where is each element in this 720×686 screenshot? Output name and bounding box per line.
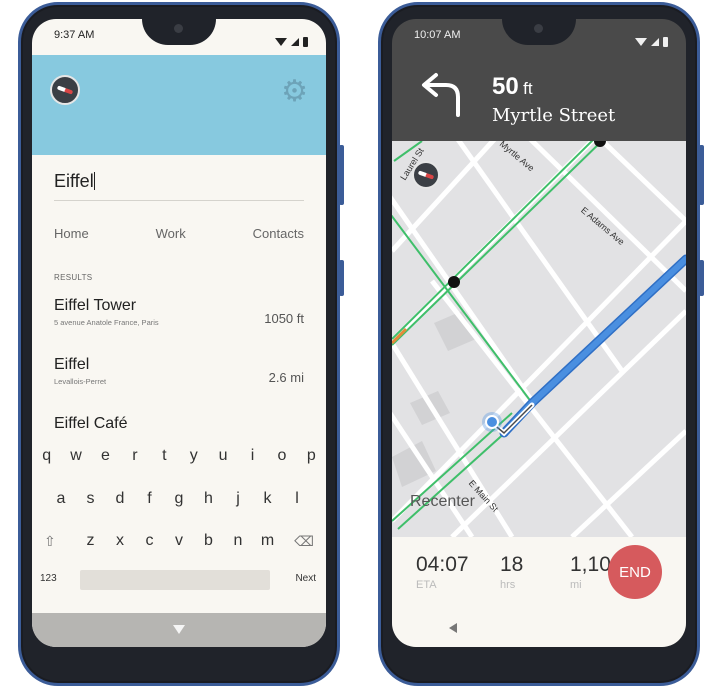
result-item[interactable]: Eiffel Café [54, 415, 304, 435]
key-h[interactable]: h [194, 490, 224, 508]
trip-summary: 04:07 ETA 18 hrs 1,10 mi END [392, 537, 686, 609]
backspace-icon[interactable]: ⌫ [294, 533, 314, 550]
key-o[interactable]: o [267, 447, 296, 465]
result-item[interactable]: Eiffel Tower 5 avenue Anatole France, Pa… [54, 297, 304, 341]
key-g[interactable]: g [164, 490, 194, 508]
keyboard-row-1: qwertyuiop [32, 447, 326, 465]
search-header: ⚙ [32, 55, 326, 155]
duration: 18 hrs [500, 553, 523, 591]
duration-label: hrs [500, 579, 516, 591]
space-key[interactable] [80, 570, 270, 590]
nav-bar [392, 609, 686, 647]
battery-icon [303, 37, 308, 47]
mode-key[interactable]: 123 [40, 573, 57, 584]
turn-street-name: Myrtle Street [492, 105, 616, 126]
nav-bar [32, 613, 326, 647]
phone-search: 9:37 AM ⚙ Eiffel Home Work Contacts RESU… [18, 2, 344, 686]
key-p[interactable]: p [297, 447, 326, 465]
back-icon[interactable] [449, 623, 457, 633]
turn-distance-unit: ft [523, 79, 533, 98]
result-address: Levallois-Perret [54, 377, 107, 386]
keyboard-row-3: zxcvbnm [32, 532, 326, 550]
turn-left-icon [422, 73, 460, 117]
navigation-screen: 10:07 AM 50 ft Myrtle Street Laurel St M… [392, 19, 686, 647]
signal-icon [651, 38, 659, 46]
key-s[interactable]: s [76, 490, 106, 508]
power-button [339, 145, 344, 205]
eta-label: ETA [416, 579, 437, 591]
key-c[interactable]: c [135, 532, 165, 550]
key-i[interactable]: i [238, 447, 267, 465]
power-button [699, 145, 704, 205]
quick-link-work[interactable]: Work [156, 226, 186, 241]
result-name: Eiffel Café [54, 415, 128, 432]
waypoint-dot [448, 276, 460, 288]
nav-down-icon[interactable] [173, 625, 185, 634]
results-heading: RESULTS [54, 273, 93, 282]
turn-distance-value: 50 [492, 73, 519, 100]
map-view[interactable]: Laurel St Myrtle Ave E Adams Ave E Main … [392, 141, 686, 537]
key-r[interactable]: r [120, 447, 149, 465]
distance-label: mi [570, 579, 582, 591]
phone-navigation: 10:07 AM 50 ft Myrtle Street Laurel St M… [378, 2, 704, 686]
duration-value: 18 [500, 553, 524, 576]
gear-icon[interactable]: ⚙ [281, 77, 308, 107]
distance-value: 1,10 [570, 553, 611, 576]
key-j[interactable]: j [223, 490, 253, 508]
result-distance: 1050 ft [264, 311, 304, 326]
signal-icon [291, 38, 299, 46]
status-time: 9:37 AM [54, 29, 95, 41]
key-l[interactable]: l [282, 490, 312, 508]
key-m[interactable]: m [253, 532, 283, 550]
volume-button [339, 260, 344, 296]
turn-instruction-banner: 50 ft Myrtle Street [392, 55, 686, 141]
key-n[interactable]: n [223, 532, 253, 550]
key-v[interactable]: v [164, 532, 194, 550]
key-y[interactable]: y [179, 447, 208, 465]
key-t[interactable]: t [150, 447, 179, 465]
next-key[interactable]: Next [295, 573, 316, 584]
eta: 04:07 ETA [416, 553, 469, 591]
search-input-value: Eiffel [54, 171, 94, 191]
distance-remaining: 1,10 mi [570, 553, 611, 591]
key-a[interactable]: a [46, 490, 76, 508]
key-w[interactable]: w [61, 447, 90, 465]
compass-icon[interactable] [50, 75, 80, 105]
key-k[interactable]: k [253, 490, 283, 508]
status-time: 10:07 AM [414, 29, 461, 41]
keyboard: qwertyuiop asdfghjkl zxcvbnm ⇧ ⌫ 123 Nex… [32, 435, 326, 613]
key-e[interactable]: e [91, 447, 120, 465]
turn-distance: 50 ft [492, 73, 533, 101]
text-cursor [93, 172, 95, 190]
quick-link-home[interactable]: Home [54, 226, 89, 241]
search-screen: 9:37 AM ⚙ Eiffel Home Work Contacts RESU… [32, 19, 326, 647]
quick-links: Home Work Contacts [54, 226, 304, 241]
key-q[interactable]: q [32, 447, 61, 465]
wifi-icon [635, 38, 647, 46]
eta-value: 04:07 [416, 553, 469, 576]
result-name: Eiffel [54, 356, 90, 373]
result-distance: 2.6 mi [268, 370, 304, 385]
battery-icon [663, 37, 668, 47]
key-d[interactable]: d [105, 490, 135, 508]
end-button[interactable]: END [608, 545, 662, 599]
shift-icon[interactable]: ⇧ [44, 533, 56, 550]
key-b[interactable]: b [194, 532, 224, 550]
key-z[interactable]: z [76, 532, 106, 550]
map-canvas [392, 141, 686, 537]
search-input[interactable]: Eiffel [54, 171, 304, 201]
wifi-icon [275, 38, 287, 46]
quick-link-contacts[interactable]: Contacts [253, 226, 304, 241]
key-u[interactable]: u [208, 447, 237, 465]
recenter-button[interactable]: Recenter [410, 493, 475, 511]
keyboard-row-2: asdfghjkl [32, 490, 326, 508]
key-x[interactable]: x [105, 532, 135, 550]
key-f[interactable]: f [135, 490, 165, 508]
result-item[interactable]: Eiffel Levallois-Perret 2.6 mi [54, 356, 304, 400]
volume-button [699, 260, 704, 296]
